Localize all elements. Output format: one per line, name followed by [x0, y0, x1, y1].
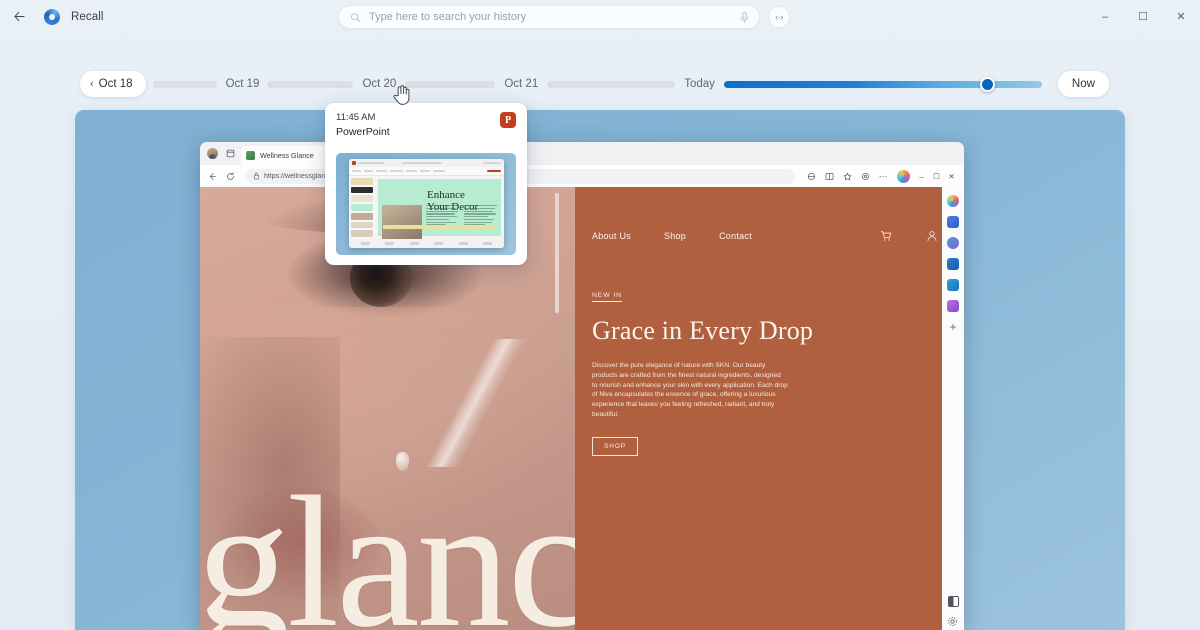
browser-collections-icon[interactable] — [804, 169, 818, 183]
pp-slide-image — [382, 205, 422, 239]
timeline-current-day-label: Oct 18 — [98, 78, 133, 90]
search-sidebar-icon[interactable] — [947, 237, 959, 249]
shop-cta-button[interactable]: SHOP — [592, 436, 639, 456]
browser-more-icon[interactable]: ⋯ — [876, 169, 890, 183]
pp-slide-thumbnail-panel — [349, 176, 375, 239]
add-sidebar-app-button[interactable]: + — [949, 321, 956, 333]
search-icon — [351, 12, 361, 22]
nav-link-about-us[interactable]: About Us — [592, 231, 631, 241]
timeline-day-label: Oct 20 — [362, 78, 397, 90]
browser-toolbar: https://wellnessglance.com ⋯ – ☐ ✕ — [200, 165, 964, 187]
tab-actions-icon[interactable] — [223, 146, 238, 161]
shopping-cart-icon[interactable] — [879, 229, 892, 242]
pp-slide-text-column — [426, 205, 459, 226]
timeline-day-label: Oct 19 — [225, 78, 260, 90]
hero-headline: Grace in Every Drop — [592, 316, 814, 345]
pp-status-bar — [349, 239, 504, 248]
edge-sidebar-footer — [942, 596, 964, 626]
chevron-left-icon: ‹ — [90, 77, 94, 90]
pp-slide-stage: Enhance Your Decor — [375, 176, 504, 239]
recall-app-window: Recall ‹·› – ☐ ✕ ‹ Oct 1 — [0, 0, 1200, 630]
browser-window-snapshot[interactable]: Wellness Glance ✕ — [200, 142, 964, 630]
search-area: ‹·› — [338, 5, 790, 29]
back-arrow-icon — [13, 11, 25, 22]
browser-favorites-icon[interactable] — [840, 169, 854, 183]
title-bar: Recall ‹·› – ☐ ✕ — [0, 0, 1200, 33]
timeline-day-label: Today — [684, 78, 715, 90]
browser-maximize-button[interactable]: ☐ — [929, 169, 944, 184]
web-page-content: glance About Us Shop Contact — [200, 187, 964, 630]
settings-gear-icon[interactable] — [947, 614, 959, 626]
visual-search-button[interactable]: ‹·› — [768, 6, 790, 28]
timeline-scrubber: ‹ Oct 18 Oct 19 Oct 20 Oct 21 Today Now — [0, 68, 1200, 100]
powerpoint-window-thumbnail: Enhance Your Decor — [349, 159, 504, 248]
browser-split-screen-icon[interactable] — [822, 169, 836, 183]
search-input[interactable] — [369, 11, 735, 23]
timeline-slider[interactable] — [723, 74, 1042, 94]
app-title: Recall — [71, 10, 104, 23]
timeline-segment[interactable] — [547, 80, 676, 88]
page-scrollbar[interactable] — [555, 187, 559, 630]
contrast-theme-icon[interactable] — [947, 596, 959, 607]
copilot-sidebar-icon[interactable] — [947, 195, 959, 207]
minimize-button[interactable]: – — [1086, 0, 1124, 33]
browser-tab-strip: Wellness Glance ✕ — [200, 142, 964, 165]
browser-back-icon[interactable] — [205, 169, 219, 183]
hero-body-text: Discover the pure elegance of nature wit… — [592, 362, 788, 418]
pp-slide-text-column — [464, 205, 497, 226]
pp-editor-body: Enhance Your Decor — [349, 176, 504, 239]
office-sidebar-icon[interactable] — [947, 258, 959, 270]
timeline-slider-handle[interactable] — [980, 76, 996, 92]
outlook-sidebar-icon[interactable] — [947, 279, 959, 291]
powerpoint-icon: P — [500, 112, 516, 128]
back-button[interactable] — [6, 4, 32, 30]
browser-minimize-button[interactable]: – — [914, 169, 929, 184]
hero-eyebrow: NEW IN — [592, 292, 622, 302]
shopping-sidebar-icon[interactable] — [947, 216, 959, 228]
hero-block: NEW IN Grace in Every Drop Discover the … — [575, 242, 964, 456]
browser-refresh-icon[interactable] — [223, 169, 237, 183]
tab-favicon-icon — [246, 151, 255, 160]
timeline-segment[interactable] — [152, 80, 217, 88]
browser-window-controls: – ☐ ✕ — [914, 169, 959, 184]
page-scrollbar-thumb[interactable] — [555, 193, 559, 313]
preview-thumbnail[interactable]: Enhance Your Decor — [336, 153, 516, 255]
pp-slide-footer-band — [383, 225, 496, 229]
now-button[interactable]: Now — [1057, 71, 1109, 97]
preview-app-name: PowerPoint — [336, 126, 390, 138]
snapshot-canvas[interactable]: Wellness Glance ✕ — [75, 110, 1125, 630]
site-wordmark: glance — [200, 456, 575, 630]
hero-text-panel: About Us Shop Contact NEW IN Grace in Ev… — [575, 187, 964, 630]
site-navigation: About Us Shop Contact — [575, 187, 964, 242]
profile-avatar-icon[interactable] — [205, 146, 220, 161]
close-button[interactable]: ✕ — [1162, 0, 1200, 33]
preview-timestamp: 11:45 AM — [336, 112, 376, 123]
nav-link-shop[interactable]: Shop — [664, 231, 686, 241]
pp-title-bar — [349, 159, 504, 167]
pp-ribbon — [349, 167, 504, 176]
copilot-icon[interactable] — [897, 169, 910, 183]
lock-icon — [253, 172, 260, 180]
window-controls: – ☐ ✕ — [1086, 0, 1200, 33]
nav-link-contact[interactable]: Contact — [719, 231, 752, 241]
microphone-icon[interactable] — [739, 11, 750, 24]
pp-current-slide: Enhance Your Decor — [378, 179, 501, 239]
timeline-day-label: Oct 21 — [504, 78, 539, 90]
maximize-button[interactable]: ☐ — [1124, 0, 1162, 33]
preview-card-header: 11:45 AM PowerPoint P — [336, 112, 516, 138]
recall-logo-icon — [44, 8, 60, 25]
snapshot-preview-card[interactable]: 11:45 AM PowerPoint P Enhance Your Decor — [325, 103, 527, 265]
serum-dropper-graphic — [400, 339, 550, 467]
browser-extensions-icon[interactable] — [858, 169, 872, 183]
games-sidebar-icon[interactable] — [947, 300, 959, 312]
timeline-segment[interactable] — [405, 80, 496, 88]
timeline-current-day-chip[interactable]: ‹ Oct 18 — [80, 71, 146, 97]
browser-close-button[interactable]: ✕ — [944, 169, 959, 184]
search-box[interactable] — [338, 5, 760, 29]
user-account-icon[interactable] — [925, 229, 938, 242]
edge-sidebar: + — [942, 187, 964, 630]
timeline-segment[interactable] — [267, 80, 354, 88]
